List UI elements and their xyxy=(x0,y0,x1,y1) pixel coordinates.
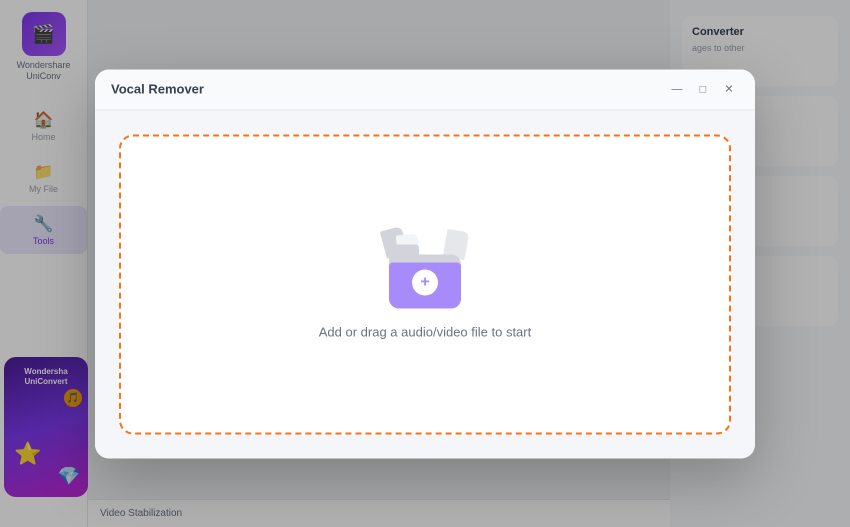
modal-body: + Add or drag a audio/video file to star… xyxy=(95,110,755,458)
folder-front: + xyxy=(389,263,461,309)
vocal-remover-modal: Vocal Remover — □ ✕ + Add or drag a audi… xyxy=(95,69,755,458)
close-button[interactable]: ✕ xyxy=(719,79,739,99)
folder-tab xyxy=(389,245,419,255)
modal-title: Vocal Remover xyxy=(111,82,204,97)
folder-illustration: + xyxy=(375,229,475,309)
titlebar-controls: — □ ✕ xyxy=(667,79,739,99)
drop-zone-text: Add or drag a audio/video file to start xyxy=(319,325,531,340)
folder-plus-icon: + xyxy=(412,270,438,296)
modal-titlebar: Vocal Remover — □ ✕ xyxy=(95,69,755,110)
minimize-button[interactable]: — xyxy=(667,79,687,99)
drop-zone[interactable]: + Add or drag a audio/video file to star… xyxy=(119,134,731,434)
maximize-button[interactable]: □ xyxy=(693,79,713,99)
